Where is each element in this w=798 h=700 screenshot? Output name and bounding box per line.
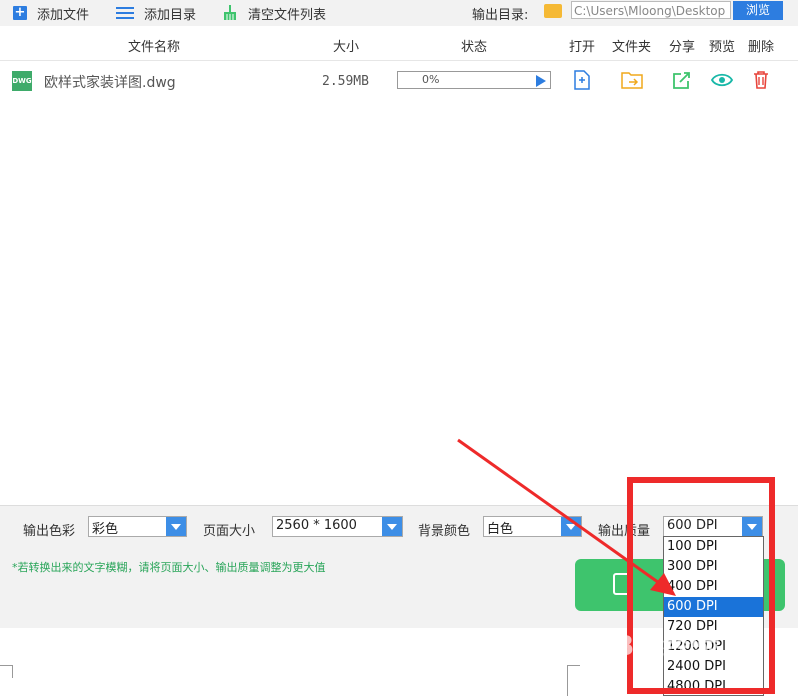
- watermark: Bai经验: [613, 629, 719, 662]
